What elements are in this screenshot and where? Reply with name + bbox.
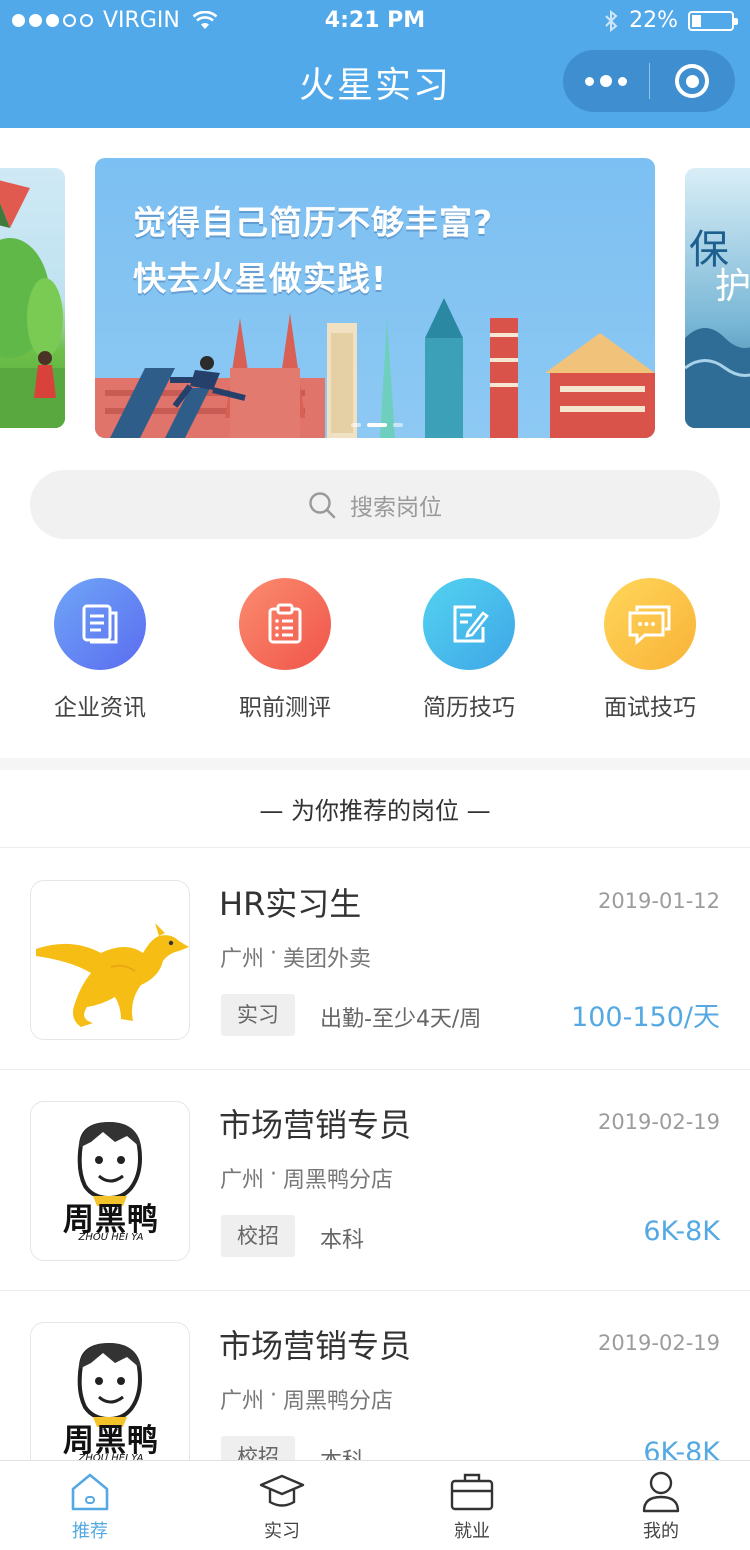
section-heading: — 为你推荐的岗位 — <box>0 770 750 848</box>
job-type-tag: 实习 <box>221 994 295 1036</box>
company-logo: 周黑鸭 ZHOU HEI YA <box>30 1101 190 1261</box>
clipboard-icon <box>268 603 302 644</box>
chat-icon <box>628 605 671 646</box>
logo-subtext: ZHOU HEI YA <box>78 1232 144 1243</box>
top-bar: VIRGIN 4:21 PM 22% 火星实习 <box>0 0 750 128</box>
job-title: 市场营销专员 <box>219 1106 412 1144</box>
job-card[interactable]: 周黑鸭 ZHOU HEI YA 市场营销专员 2019-02-19 广州 · 周… <box>0 1070 750 1291</box>
battery-percent: 22% <box>629 8 678 33</box>
tab-employment[interactable]: 就业 <box>412 1461 532 1550</box>
tab-label: 实习 <box>264 1521 300 1542</box>
tab-internship[interactable]: 实习 <box>222 1461 342 1550</box>
tab-label: 推荐 <box>72 1521 108 1542</box>
job-title: HR实习生 <box>219 885 362 923</box>
tab-bar: 推荐 实习 就业 我的 <box>0 1460 750 1550</box>
job-city: 广州 <box>220 1168 265 1193</box>
document-icon <box>82 604 118 644</box>
tab-recommend[interactable]: 推荐 <box>30 1461 150 1550</box>
job-salary: 100-150/天 <box>571 1002 720 1033</box>
entry-resume-tips[interactable]: 简历技巧 <box>394 578 544 722</box>
svg-text:护: 护 <box>715 266 750 307</box>
ocean-poster-illustration: 保 护 <box>685 227 750 428</box>
battery-icon <box>688 10 738 31</box>
quick-entries: 企业资讯 职前测评 简历技巧 面试技巧 <box>0 578 750 728</box>
job-company: 美团外卖 <box>283 947 372 972</box>
job-date: 2019-02-19 <box>597 1110 720 1134</box>
entry-company-news[interactable]: 企业资讯 <box>25 578 175 722</box>
search-icon <box>309 491 336 518</box>
company-logo <box>30 880 190 1040</box>
target-icon <box>675 64 710 98</box>
banner-next-card[interactable]: 保 护 <box>685 168 750 428</box>
more-button[interactable] <box>563 50 649 112</box>
job-date: 2019-01-12 <box>597 889 720 913</box>
search-placeholder: 搜索岗位 <box>350 494 442 521</box>
entry-label: 企业资讯 <box>54 695 146 721</box>
job-location: 广州 · 美团外卖 <box>220 941 371 973</box>
entry-interview-tips[interactable]: 面试技巧 <box>575 578 725 722</box>
job-requirement: 本科 <box>320 1228 365 1253</box>
close-button[interactable] <box>650 50 736 112</box>
home-icon <box>71 1473 109 1511</box>
banner-prev-card[interactable] <box>0 168 65 428</box>
job-company: 周黑鸭分店 <box>283 1389 394 1414</box>
banner-headline: 觉得自己简历不够丰富? <box>133 203 494 242</box>
meta-separator: · <box>270 941 278 966</box>
entry-label: 职前测评 <box>239 695 331 721</box>
company-logo: 周黑鸭 ZHOU HEI YA <box>30 1322 190 1482</box>
user-icon <box>642 1471 680 1513</box>
job-location: 广州 · 周黑鸭分店 <box>220 1162 393 1194</box>
job-card[interactable]: HR实习生 2019-01-12 广州 · 美团外卖 实习 出勤-至少4天/周 … <box>0 849 750 1070</box>
status-bar: VIRGIN 4:21 PM 22% <box>0 0 750 44</box>
banner-subheadline: 快去火星做实践! <box>133 259 388 298</box>
job-date: 2019-02-19 <box>597 1331 720 1355</box>
meta-separator: · <box>270 1162 278 1187</box>
carousel-indicator <box>351 423 403 427</box>
kangaroo-logo <box>36 923 189 1027</box>
search-bar[interactable]: 搜索岗位 <box>30 470 720 539</box>
edit-icon <box>453 605 489 643</box>
job-city: 广州 <box>220 947 265 972</box>
briefcase-icon <box>450 1473 494 1511</box>
job-requirement: 出勤-至少4天/周 <box>320 1007 482 1032</box>
job-title: 市场营销专员 <box>219 1327 412 1365</box>
meta-separator: · <box>270 1383 278 1408</box>
job-location: 广州 · 周黑鸭分店 <box>220 1383 393 1415</box>
tab-mine[interactable]: 我的 <box>601 1461 721 1550</box>
graduation-cap-icon <box>259 1474 305 1507</box>
kite-illustration <box>0 180 65 428</box>
job-company: 周黑鸭分店 <box>283 1168 394 1193</box>
tab-label: 我的 <box>643 1521 679 1542</box>
miniprogram-capsule <box>563 50 735 112</box>
banner-main[interactable]: 觉得自己简历不够丰富? 快去火星做实践! <box>95 158 655 438</box>
section-divider <box>0 758 750 770</box>
job-salary: 6K-8K <box>643 1216 720 1247</box>
job-city: 广州 <box>220 1389 265 1414</box>
entry-pre-job-test[interactable]: 职前测评 <box>210 578 360 722</box>
job-type-tag: 校招 <box>221 1215 295 1257</box>
bluetooth-icon <box>605 9 618 32</box>
entry-label: 面试技巧 <box>604 695 696 721</box>
entry-label: 简历技巧 <box>423 695 515 721</box>
tab-label: 就业 <box>454 1521 490 1542</box>
